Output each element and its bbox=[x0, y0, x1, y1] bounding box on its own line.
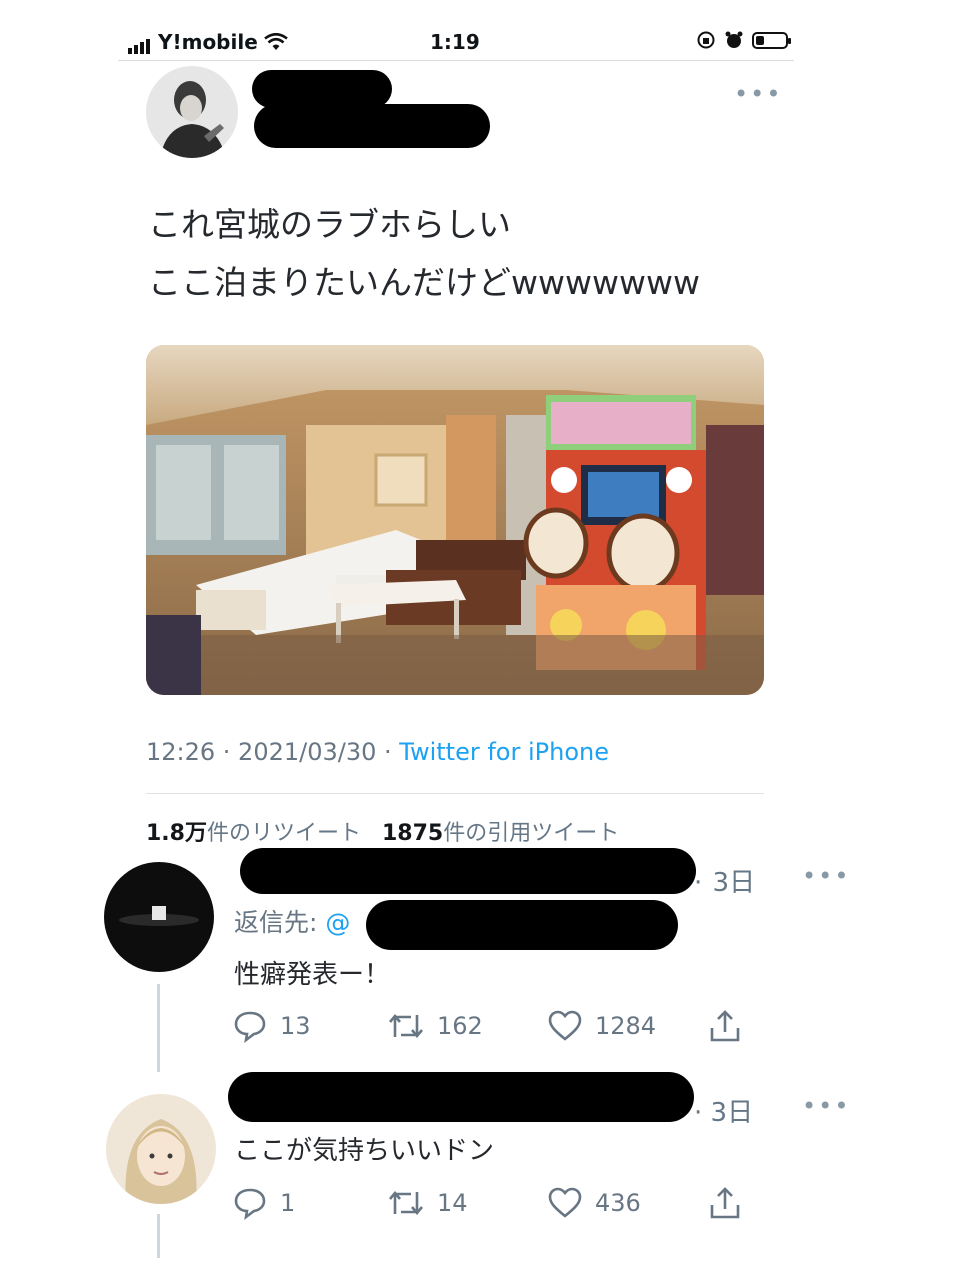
reply-age: · 3日 bbox=[694, 1098, 754, 1128]
share-icon bbox=[710, 1010, 740, 1042]
tweet-stats: 1.8万件のリツイート 1875件の引用ツイート bbox=[146, 815, 619, 847]
like-button[interactable]: 436 bbox=[547, 1186, 707, 1220]
reply-to-handle[interactable]: @ bbox=[325, 908, 350, 937]
carrier-name: Y!mobile bbox=[158, 30, 258, 54]
tweet-text: これ宮城のラブホらしい ここ泊まりたいんだけどwwwwwww bbox=[148, 205, 700, 302]
author-avatar[interactable] bbox=[146, 66, 238, 158]
more-options-icon[interactable]: ••• bbox=[734, 80, 782, 108]
retweet-icon bbox=[389, 1013, 423, 1039]
more-options-icon[interactable]: ••• bbox=[802, 1092, 850, 1120]
reply-age-value: 3日 bbox=[710, 1098, 754, 1128]
wifi-icon bbox=[263, 33, 288, 50]
like-button[interactable]: 1284 bbox=[547, 1009, 707, 1043]
quotes-label: 件の引用ツイート bbox=[443, 821, 620, 846]
reply-to-label: 返信先: bbox=[234, 908, 326, 937]
status-right bbox=[696, 30, 791, 50]
status-divider bbox=[118, 60, 794, 61]
tweet-source-link[interactable]: Twitter for iPhone bbox=[399, 738, 609, 766]
reply-count: 13 bbox=[280, 1012, 311, 1040]
redacted-reply-author bbox=[240, 848, 696, 894]
status-bar: Y!mobile 1:19 bbox=[128, 28, 791, 58]
quotes-count: 1875 bbox=[381, 821, 444, 846]
reply-icon bbox=[234, 1011, 266, 1043]
like-icon bbox=[548, 1010, 582, 1041]
retweets-count: 1.8万 bbox=[146, 821, 207, 846]
more-options-icon[interactable]: ••• bbox=[802, 862, 850, 890]
tweet-photo[interactable] bbox=[146, 345, 764, 695]
reply-button[interactable]: 13 bbox=[232, 1008, 387, 1044]
retweets-stat[interactable]: 1.8万件のリツイート bbox=[146, 821, 361, 846]
retweets-label: 件のリツイート bbox=[206, 821, 361, 846]
like-count: 1284 bbox=[595, 1012, 657, 1040]
alarm-icon bbox=[725, 31, 743, 48]
retweet-button[interactable]: 162 bbox=[387, 1009, 547, 1043]
reply-text: 性癖発表ー！ bbox=[234, 960, 391, 990]
tweet-meta: 12:26 · 2021/03/30 · Twitter for iPhone bbox=[146, 738, 609, 766]
thread-connector bbox=[157, 984, 160, 1072]
redacted-author-name bbox=[252, 70, 392, 108]
reply-actions: 13 162 1284 bbox=[232, 1008, 752, 1044]
orientation-lock-icon bbox=[697, 31, 715, 49]
retweet-count: 14 bbox=[437, 1189, 468, 1217]
reply-actions: 1 14 436 bbox=[232, 1185, 752, 1221]
battery-icon bbox=[752, 31, 791, 49]
signal-bars-icon bbox=[128, 30, 152, 54]
reply-avatar[interactable] bbox=[104, 862, 214, 972]
tweet-timestamp: 12:26 · 2021/03/30 · bbox=[146, 738, 400, 766]
carrier-group: Y!mobile bbox=[128, 30, 288, 54]
reply-avatar[interactable] bbox=[106, 1094, 216, 1204]
thread-connector bbox=[157, 1214, 160, 1258]
quotes-stat[interactable]: 1875件の引用ツイート bbox=[382, 821, 619, 846]
like-icon bbox=[548, 1187, 582, 1218]
share-button[interactable] bbox=[707, 1185, 743, 1221]
retweet-count: 162 bbox=[437, 1012, 483, 1040]
reply-text: ここが気持ちいいドン bbox=[234, 1136, 495, 1166]
reply-button[interactable]: 1 bbox=[232, 1185, 387, 1221]
reply-to-line: 返信先: @ bbox=[234, 903, 350, 939]
share-button[interactable] bbox=[707, 1008, 743, 1044]
clock: 1:19 bbox=[430, 30, 480, 54]
reply-age-value: 3日 bbox=[712, 868, 756, 898]
redacted-reply-to-handle bbox=[366, 900, 678, 950]
meta-divider bbox=[146, 793, 764, 794]
reply-icon bbox=[234, 1188, 266, 1220]
reply-count: 1 bbox=[280, 1189, 296, 1217]
retweet-icon bbox=[389, 1190, 423, 1216]
redacted-reply-author bbox=[228, 1072, 694, 1122]
redacted-author-handle bbox=[254, 104, 490, 148]
share-icon bbox=[710, 1187, 740, 1219]
retweet-button[interactable]: 14 bbox=[387, 1186, 547, 1220]
like-count: 436 bbox=[595, 1189, 641, 1217]
reply-age: · 3日 bbox=[694, 868, 756, 898]
